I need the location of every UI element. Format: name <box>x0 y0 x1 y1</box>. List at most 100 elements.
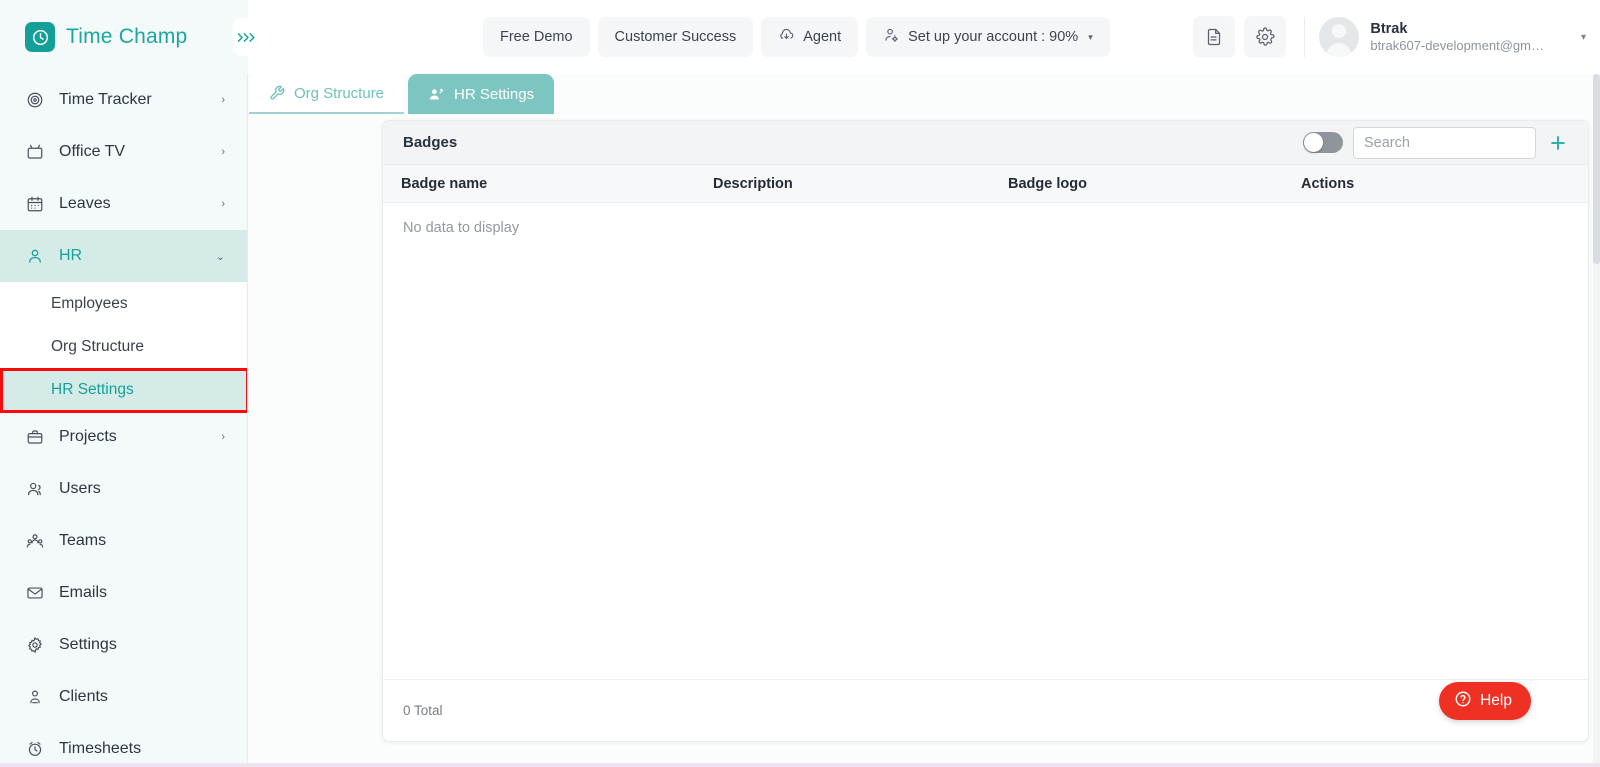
panel-footer: 0 Total <box>383 679 1588 741</box>
list-item <box>249 278 383 319</box>
list-item <box>249 197 383 238</box>
chevron-down-icon: ▾ <box>1088 31 1093 42</box>
column-header-badge-name: Badge name <box>401 175 488 192</box>
chevron-right-icon: › <box>221 198 225 210</box>
list-item <box>249 238 383 278</box>
sidebar-sub-label: Employees <box>51 294 128 312</box>
tab-hr-settings[interactable]: HR Settings <box>408 74 555 114</box>
search-input[interactable] <box>1353 126 1536 159</box>
total-count: 0 Total <box>403 703 443 718</box>
sidebar-item-projects[interactable]: Projects › <box>0 411 247 463</box>
list-item <box>249 602 383 643</box>
sidebar-item-users[interactable]: Users <box>0 463 247 515</box>
help-label: Help <box>1480 692 1512 709</box>
envelope-icon <box>25 583 45 603</box>
sidebar-item-leaves[interactable]: Leaves › <box>0 178 247 230</box>
sidebar-item-clients[interactable]: Clients <box>0 671 247 723</box>
pill-label: Customer Success <box>614 29 737 45</box>
list-item <box>249 562 383 602</box>
tab-org-structure[interactable]: Org Structure <box>249 74 405 114</box>
panel-title: Badges <box>403 134 458 151</box>
list-item <box>249 481 383 521</box>
tab-label: Org Structure <box>294 84 385 102</box>
user-name: Btrak <box>1370 20 1408 37</box>
sidebar-item-time-tracker[interactable]: Time Tracker › <box>0 74 247 126</box>
sidebar-sub-label: HR Settings <box>51 380 134 398</box>
sidebar-item-hr[interactable]: HR ⌄ <box>0 230 247 282</box>
cloud-download-icon <box>778 27 795 48</box>
team-icon <box>25 531 45 551</box>
vertical-scrollbar[interactable] <box>1593 74 1600 767</box>
tab-label: HR Settings <box>454 85 535 103</box>
sidebar-item-timesheets[interactable]: Timesheets <box>0 723 247 767</box>
top-bar-right: Btrak btrak607-development@gm… ▾ <box>1184 0 1600 74</box>
list-item <box>249 643 383 683</box>
setup-account-button[interactable]: Set up your account : 90% ▾ <box>866 17 1110 57</box>
background-list-panel <box>248 115 384 755</box>
brand-logo[interactable]: Time Champ <box>0 0 248 74</box>
clock-icon <box>25 739 45 759</box>
badges-panel: Badges Badge name Description Badge logo… <box>382 120 1589 742</box>
chevron-down-icon: ⌄ <box>215 250 225 263</box>
top-bar: Time Champ Free Demo Customer Success Ag… <box>0 0 1600 74</box>
list-item <box>249 359 383 400</box>
customer-success-button[interactable]: Customer Success <box>597 17 754 57</box>
sidebar-sub-label: Org Structure <box>51 337 145 355</box>
sidebar-item-label: Emails <box>59 584 108 601</box>
toggle-knob <box>1304 133 1323 152</box>
question-circle-icon <box>1454 690 1472 713</box>
sidebar-item-employees[interactable]: Employees <box>0 282 247 325</box>
target-icon <box>25 90 45 110</box>
column-header-actions: Actions <box>1301 175 1355 192</box>
add-badge-button[interactable] <box>1536 121 1580 165</box>
document-icon[interactable] <box>1193 16 1236 58</box>
sidebar-item-teams[interactable]: Teams <box>0 515 247 567</box>
empty-state-message: No data to display <box>403 220 520 236</box>
briefcase-icon <box>25 427 45 447</box>
user-menu[interactable]: Btrak btrak607-development@gm… ▾ <box>1319 17 1586 57</box>
avatar <box>1319 17 1360 57</box>
help-button[interactable]: Help <box>1439 682 1531 720</box>
sidebar-item-org-structure[interactable]: Org Structure <box>0 325 247 368</box>
sidebar-item-label: Clients <box>59 688 108 705</box>
sidebar-item-office-tv[interactable]: Office TV › <box>0 126 247 178</box>
pill-label: Agent <box>803 29 842 45</box>
chevron-right-icon: › <box>221 146 225 158</box>
double-chevron-right-icon[interactable] <box>233 18 263 56</box>
chevron-right-icon: › <box>221 431 225 443</box>
divider <box>1304 17 1306 57</box>
scrollbar-thumb[interactable] <box>1593 74 1600 264</box>
tab-bar: Org Structure HR Settings <box>249 74 555 114</box>
list-item <box>249 683 383 724</box>
sidebar-item-settings[interactable]: Settings <box>0 619 247 671</box>
users-icon <box>25 479 45 499</box>
list-item <box>249 116 383 157</box>
list-item <box>249 157 383 197</box>
sidebar-item-label: Timesheets <box>59 740 142 757</box>
sidebar-item-label: Leaves <box>59 195 111 212</box>
sidebar-item-label: Users <box>59 480 101 497</box>
user-email: btrak607-development@gm… <box>1370 37 1544 53</box>
sidebar-item-emails[interactable]: Emails <box>0 567 247 619</box>
pill-label: Free Demo <box>500 29 573 45</box>
pill-label: Set up your account : 90% <box>908 29 1079 45</box>
list-item <box>249 521 383 562</box>
user-info: Btrak btrak607-development@gm… <box>1370 20 1544 54</box>
archived-toggle[interactable] <box>1303 132 1343 153</box>
clock-icon <box>25 22 55 52</box>
gear-icon[interactable] <box>1244 16 1287 58</box>
sidebar-item-label: HR <box>59 247 83 264</box>
list-item <box>249 724 383 755</box>
sidebar: Time Tracker › Office TV › Leaves › HR ⌄… <box>0 74 248 767</box>
sidebar-item-hr-settings[interactable]: HR Settings <box>0 368 247 413</box>
user-badge-icon <box>428 86 445 103</box>
sidebar-item-label: Projects <box>59 428 117 445</box>
top-nav-pills: Free Demo Customer Success Agent Set up … <box>248 17 1184 57</box>
agent-button[interactable]: Agent <box>761 17 859 57</box>
table-header-row: Badge name Description Badge logo Action… <box>383 165 1588 203</box>
chevron-right-icon: › <box>221 94 225 106</box>
free-demo-button[interactable]: Free Demo <box>483 17 590 57</box>
panel-header: Badges <box>383 121 1588 165</box>
list-item <box>249 440 383 481</box>
user-icon <box>25 246 45 266</box>
